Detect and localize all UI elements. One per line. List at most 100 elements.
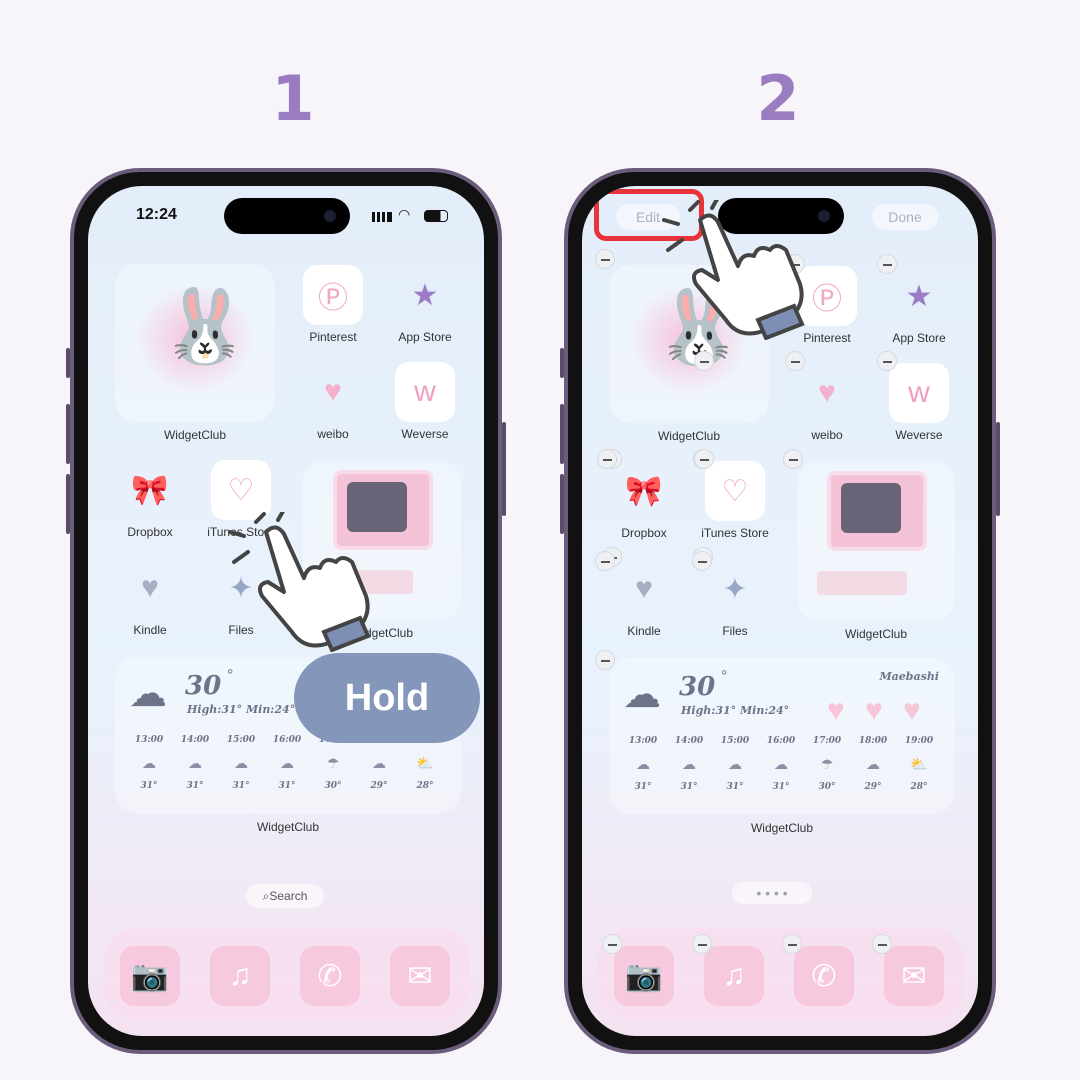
remove-dock-app-button[interactable] <box>602 934 622 954</box>
itunes-app[interactable]: ♡ <box>211 460 271 520</box>
music-app[interactable]: ♫ <box>210 946 270 1006</box>
weibo-app[interactable]: ♥ <box>303 362 363 422</box>
cloud-icon: ☁ <box>129 673 167 715</box>
high-low: High:31° Min:24° <box>187 703 296 716</box>
pinterest-icon: Ⓟ <box>812 283 842 316</box>
cloud-icon: ☁ <box>234 755 248 771</box>
remove-dock-app-button[interactable] <box>872 934 892 954</box>
phone-step-1: 12:24 ◠ 🐰 WidgetClub Ⓟ Pinterest ★ App Store ♥ we… <box>66 168 506 1054</box>
hour-temp: 31° <box>726 782 744 792</box>
app-store-icon: ★ <box>411 278 439 312</box>
cloud-icon: ☁ <box>636 756 650 772</box>
remove-widget-button[interactable] <box>694 351 714 371</box>
cloud-icon: ☁ <box>142 755 156 771</box>
bunny-widget-label: WidgetClub <box>657 429 721 443</box>
phone-step-2: Edit Done 🐰 WidgetClub Ⓟ Pinterest ★ App Store ♥… <box>560 168 1000 1054</box>
hour-label: 15:00 <box>226 735 256 745</box>
app_store-app[interactable]: ★ <box>395 265 455 325</box>
app_store-label: App Store <box>398 330 452 344</box>
kindle-app[interactable]: ♥ <box>120 558 180 618</box>
app_store-app[interactable]: ★ <box>889 266 949 326</box>
remove-widget-button[interactable] <box>595 249 615 269</box>
files-label: Files <box>722 624 748 638</box>
phone-app[interactable]: ✆ <box>300 946 360 1006</box>
remove-weibo-button[interactable] <box>785 351 805 371</box>
weather-widget-label: WidgetClub <box>256 820 320 834</box>
hour-temp: 28° <box>910 782 928 792</box>
search-button[interactable]: ⌕ Search <box>246 884 324 908</box>
hour-temp: 30° <box>818 782 836 792</box>
cloud-icon: ☁ <box>682 756 696 772</box>
dock: 📷 ♫ ✆ ✉ <box>598 928 964 1020</box>
hour-temp: 31° <box>680 782 698 792</box>
hour-temp: 31° <box>278 781 296 791</box>
dropbox-label: Dropbox <box>127 525 173 539</box>
side-button <box>66 348 70 378</box>
search-label: Search <box>269 889 308 903</box>
remove-widget-button[interactable] <box>595 551 615 571</box>
remove-widget-button[interactable] <box>694 449 714 469</box>
step-number-2: 2 <box>756 62 800 135</box>
remove-widget-button[interactable] <box>595 650 615 670</box>
weather-widget[interactable]: ☁ 30 ° High:31° Min:24° 13:00 ☁ 31° 14:00 ☁ 31° 15… <box>609 658 955 814</box>
degree-symbol: ° <box>227 667 234 684</box>
files-app[interactable]: ✦ <box>705 559 765 619</box>
bunny-widget[interactable]: 🐰 <box>115 264 275 422</box>
camera-app[interactable]: 📷 <box>120 946 180 1006</box>
hour-temp: 30° <box>324 781 342 791</box>
computer-screen <box>841 483 901 533</box>
side-button <box>560 474 564 534</box>
itunes-heart-icon: ♡ <box>721 474 749 508</box>
mail-app[interactable]: ✉ <box>390 946 450 1006</box>
weverse-app[interactable]: w <box>889 363 949 423</box>
itunes-app[interactable]: ♡ <box>705 461 765 521</box>
files-stars-icon: ✦ <box>722 572 748 606</box>
remove-dock-app-button[interactable] <box>782 934 802 954</box>
pinterest-label: Pinterest <box>309 330 357 344</box>
remove-app_store-button[interactable] <box>877 254 897 274</box>
kindle-label: Kindle <box>133 623 167 637</box>
app_store-label: App Store <box>892 331 946 345</box>
dropbox-app[interactable]: 🎀 <box>614 461 674 521</box>
weather-widget-label: WidgetClub <box>750 821 814 835</box>
music-app[interactable]: ♫ <box>704 946 764 1006</box>
camera-app[interactable]: 📷 <box>614 946 674 1006</box>
done-button[interactable]: Done <box>872 204 938 230</box>
weibo-app[interactable]: ♥ <box>797 363 857 423</box>
remove-widget-button[interactable] <box>783 449 803 469</box>
remove-dock-app-button[interactable] <box>692 934 712 954</box>
hour-label: 14:00 <box>674 736 704 746</box>
dropbox-app[interactable]: 🎀 <box>120 460 180 520</box>
side-button <box>66 474 70 534</box>
remove-widget-button[interactable] <box>597 449 617 469</box>
wifi-icon: ◠ <box>398 206 411 222</box>
hour-temp: 28° <box>416 781 434 791</box>
search-icon: ⌕ <box>262 888 270 903</box>
dock: 📷 ♫ ✆ ✉ <box>104 928 470 1020</box>
kindle-heart-icon: ♥ <box>635 572 653 605</box>
remove-weverse-button[interactable] <box>877 351 897 371</box>
phone-bezel: 12:24 ◠ 🐰 WidgetClub Ⓟ Pinterest ★ App Store ♥ we… <box>74 172 498 1050</box>
hour-label: 14:00 <box>180 735 210 745</box>
mail-app[interactable]: ✉ <box>884 946 944 1006</box>
retro-computer-image <box>827 471 927 551</box>
cloud-icon: ☁ <box>372 755 386 771</box>
weverse-app[interactable]: w <box>395 362 455 422</box>
music-icon: ♫ <box>722 959 746 992</box>
itunes-heart-icon: ♡ <box>227 473 255 507</box>
kindle-app[interactable]: ♥ <box>614 559 674 619</box>
pinterest-app[interactable]: Ⓟ <box>303 265 363 325</box>
cloud-icon: ☁ <box>866 756 880 772</box>
page-dots[interactable]: • • • • <box>732 882 812 904</box>
remove-widget-button[interactable] <box>692 551 712 571</box>
pointing-hand-icon <box>660 192 810 345</box>
computer-widget[interactable] <box>797 461 955 621</box>
current-temp: 30 <box>679 672 716 702</box>
home-screen: 12:24 ◠ 🐰 WidgetClub Ⓟ Pinterest ★ App Store ♥ we… <box>88 186 484 1036</box>
mail-icon: ✉ <box>901 959 927 993</box>
pointing-hand-icon <box>226 504 376 657</box>
battery-icon <box>424 210 448 222</box>
phone-app[interactable]: ✆ <box>794 946 854 1006</box>
cloud-icon: ☁ <box>280 755 294 771</box>
weverse-icon: w <box>908 376 930 409</box>
